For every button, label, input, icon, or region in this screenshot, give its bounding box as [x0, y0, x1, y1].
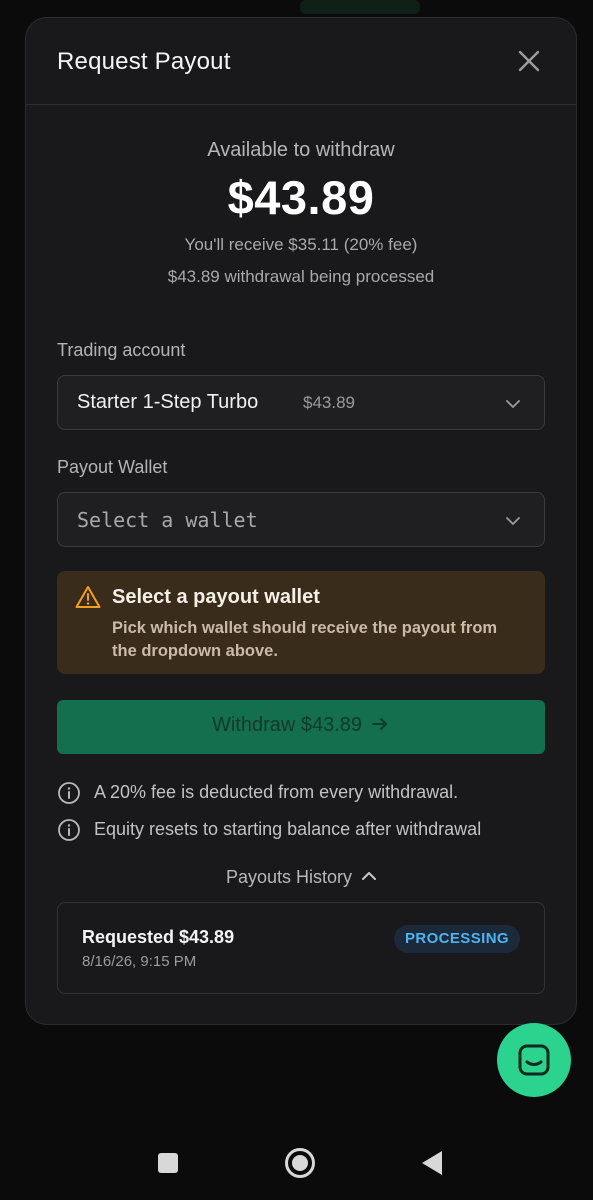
chat-button[interactable] [497, 1023, 571, 1097]
background-glow [300, 0, 420, 14]
processing-text: $43.89 withdrawal being processed [167, 267, 435, 286]
alert-title: Select a payout wallet [112, 586, 320, 608]
close-button[interactable] [516, 48, 542, 74]
close-icon [518, 50, 540, 72]
system-navigation-bar [0, 1130, 593, 1200]
alert-body: Pick which wallet should receive the pay… [112, 619, 498, 660]
chat-icon [518, 1044, 550, 1076]
status-badge: PROCESSING [393, 925, 520, 953]
chevron-down-icon [506, 517, 520, 525]
withdraw-button-content: Withdraw $43.89 [212, 714, 390, 737]
chevron-up-icon [362, 872, 377, 880]
history-amount: Requested $43.89 [82, 927, 235, 947]
modal-title: Request Payout [57, 48, 231, 75]
back-icon[interactable] [420, 1150, 444, 1176]
withdraw-button[interactable]: Withdraw $43.89 [57, 700, 545, 754]
withdraw-summary: Available to withdraw $43.89 You'll rece… [26, 139, 576, 287]
info-icon [58, 782, 80, 804]
receive-amount-text: You'll receive $35.11 (20% fee) [184, 235, 418, 254]
trading-account-select[interactable]: Starter 1-Step Turbo $43.89 [57, 375, 545, 430]
chevron-down-icon [506, 400, 520, 408]
info-icon [58, 819, 80, 841]
payout-wallet-select[interactable]: Select a wallet [57, 492, 545, 547]
trading-account-label: Trading account [57, 340, 186, 360]
equity-info-text: Equity resets to starting balance after … [94, 819, 482, 839]
trading-account-name: Starter 1-Step Turbo [77, 391, 259, 413]
fee-info-text: A 20% fee is deducted from every withdra… [94, 782, 459, 802]
wallet-warning-alert: Select a payout wallet Pick which wallet… [57, 571, 545, 674]
payout-wallet-label: Payout Wallet [57, 457, 168, 477]
warning-icon [75, 586, 101, 608]
withdraw-button-label: Withdraw $43.89 [211, 714, 363, 736]
payout-history-item: Requested $43.89 8/16/26, 9:15 PM PROCES… [57, 902, 545, 994]
wallet-placeholder: Select a wallet [77, 508, 258, 532]
trading-account-balance: $43.89 [303, 393, 355, 412]
available-amount: $43.89 [227, 171, 375, 224]
arrow-right-icon [372, 718, 388, 730]
history-date: 8/16/26, 9:15 PM [82, 953, 197, 970]
home-icon[interactable] [284, 1147, 316, 1179]
payouts-history-toggle[interactable]: Payouts History [26, 867, 576, 888]
recent-apps-icon[interactable] [157, 1152, 179, 1174]
request-payout-modal: Request Payout Available to withdraw $43… [25, 17, 577, 1025]
payouts-history-label: Payouts History [225, 867, 353, 887]
available-label: Available to withdraw [207, 139, 395, 161]
modal-header: Request Payout [26, 18, 576, 105]
